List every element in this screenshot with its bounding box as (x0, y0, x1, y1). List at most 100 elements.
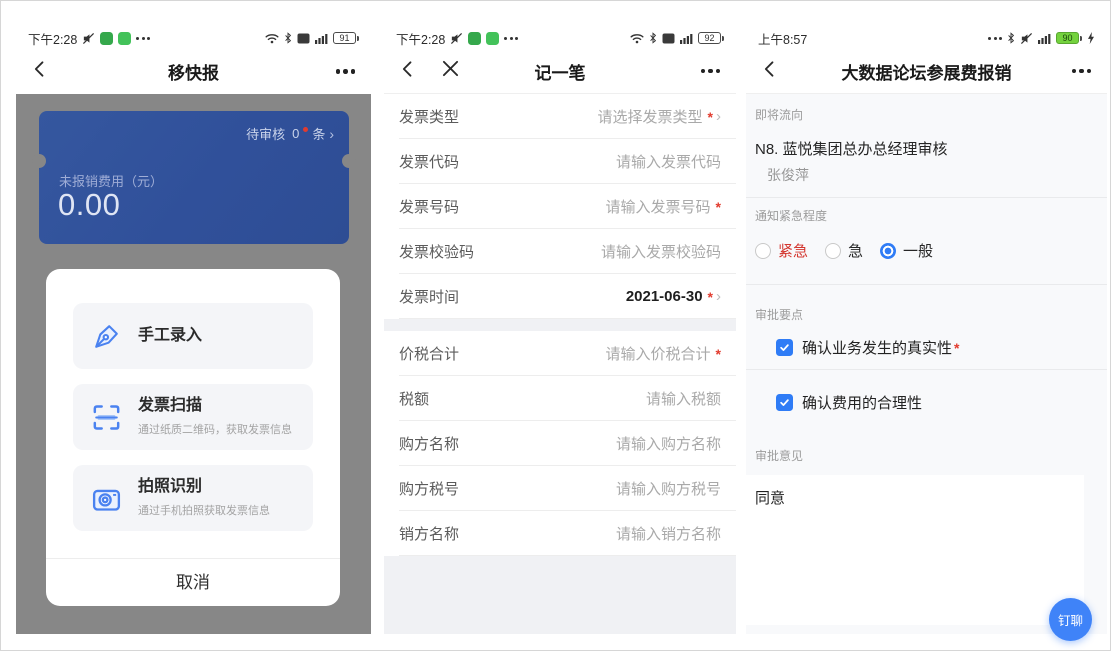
radio-icon[interactable] (755, 243, 771, 259)
field-placeholder: 请输入税额 (646, 388, 721, 409)
approval-form: 即将流向 N8. 蓝悦集团总办总经理审核 张俊萍 通知紧急程度 紧急急一般 审批… (746, 94, 1107, 634)
flow-section-label: 即将流向 (755, 106, 803, 123)
flow-approver-name: 张俊萍 (767, 165, 809, 185)
urgency-radio-急[interactable]: 急 (825, 240, 863, 261)
urgency-radio-一般[interactable]: 一般 (880, 240, 933, 261)
form-row-发票代码[interactable]: 发票代码 请输入发票代码 (384, 139, 736, 184)
page-title: 大数据论坛参展费报销 (842, 59, 1012, 84)
sheet-option-invoice-scan[interactable]: 发票扫描通过纸质二维码，获取发票信息 (73, 384, 313, 450)
invoice-form: 发票类型请选择发票类型*› 发票代码 请输入发票代码发票号码 请输入发票号码 * 发票校验… (384, 94, 736, 634)
chevron-right-icon: › (716, 108, 721, 125)
more-menu-icon[interactable] (336, 69, 356, 74)
wifi-icon (630, 33, 644, 44)
field-placeholder: 请输入价税合计 (606, 343, 711, 364)
bluetooth-icon (649, 32, 657, 44)
entry-options-list: 手工录入发票扫描通过纸质二维码，获取发票信息拍照识别通过手机拍照获取发票信息 (73, 303, 313, 531)
back-icon[interactable] (30, 59, 50, 84)
more-menu-icon[interactable] (1072, 69, 1092, 74)
form-row-发票时间[interactable]: 发票时间2021-06-30*› (384, 274, 736, 319)
field-placeholder: 请输入发票号码 (606, 196, 711, 217)
option-title: 拍照识别 (138, 478, 270, 496)
back-icon[interactable] (760, 59, 780, 84)
scan-icon (90, 401, 123, 434)
form-row-价税合计[interactable]: 价税合计请输入价税合计* (384, 331, 736, 376)
field-label: 发票代码 (399, 151, 459, 172)
divider (746, 369, 1107, 370)
pending-label: 待审核 (246, 124, 285, 143)
app-notification-icon (118, 32, 131, 45)
amount-value: 0.00 (58, 187, 120, 223)
more-menu-icon[interactable] (701, 69, 721, 74)
back-icon[interactable] (398, 59, 418, 84)
cancel-button[interactable]: 取消 (46, 559, 340, 606)
chevron-right-icon: › (716, 288, 721, 305)
form-row-购方税号[interactable]: 购方税号 请输入购方税号 (384, 466, 736, 511)
card-notch (32, 154, 46, 168)
nav-bar: 移快报 (16, 49, 371, 94)
option-title: 手工录入 (138, 327, 202, 345)
checkbox-icon[interactable] (776, 339, 793, 356)
battery-icon: 90 (1056, 32, 1079, 44)
checkbox-label: 确认业务发生的真实性* (802, 337, 959, 358)
points-section-label: 审批要点 (755, 306, 803, 323)
close-icon[interactable] (442, 60, 459, 82)
dingtalk-chat-button[interactable]: 钉聊 (1049, 598, 1092, 641)
mute-icon (450, 32, 463, 45)
option-subtitle: 通过纸质二维码，获取发票信息 (138, 421, 292, 437)
field-label: 发票号码 (399, 196, 459, 217)
nav-bar: 大数据论坛参展费报销 (746, 49, 1107, 94)
form-row-销方名称[interactable]: 销方名称请输入销方名称 (384, 511, 736, 556)
approval-point-checkbox[interactable]: 确认业务发生的真实性* (776, 337, 959, 358)
field-placeholder: 请输入发票代码 (616, 151, 721, 172)
page-title: 记一笔 (535, 59, 586, 84)
chevron-right-icon: › (329, 126, 334, 142)
required-asterisk: * (716, 199, 721, 215)
field-label: 发票时间 (399, 286, 459, 307)
form-row-发票校验码[interactable]: 发票校验码请输入发票校验码 (384, 229, 736, 274)
sheet-option-photo-recognize[interactable]: 拍照识别通过手机拍照获取发票信息 (73, 465, 313, 531)
bluetooth-icon (1007, 32, 1015, 44)
radio-label: 急 (848, 240, 863, 261)
phone-screen-invoice-form: 下午2:28 92 记一笔 发票类型请选择发票类型*›发票代码请输入发票代码发票… (384, 21, 736, 634)
entry-options-sheet: 手工录入发票扫描通过纸质二维码，获取发票信息拍照识别通过手机拍照获取发票信息 取… (46, 269, 340, 606)
status-time: 下午2:28 (28, 29, 77, 48)
option-title: 发票扫描 (138, 397, 292, 415)
radio-icon[interactable] (880, 243, 896, 259)
form-row-购方名称[interactable]: 购方名称请输入购方名称 (384, 421, 736, 466)
required-asterisk: * (716, 346, 721, 362)
mute-icon (1020, 32, 1033, 45)
expense-summary-card[interactable]: 待审核 0 条 › 未报销费用（元） 0.00 (39, 111, 349, 244)
status-bar: 下午2:28 92 (384, 21, 736, 49)
charging-icon (1087, 32, 1095, 44)
battery-icon: 91 (333, 32, 356, 44)
opinion-text: 同意 (755, 490, 785, 507)
form-row-发票类型[interactable]: 发票类型请选择发票类型*› (384, 94, 736, 139)
mute-icon (82, 32, 95, 45)
opinion-textarea[interactable]: 同意 (746, 475, 1084, 625)
field-label: 购方税号 (399, 478, 459, 499)
field-placeholder: 请输入购方税号 (616, 478, 721, 499)
opinion-section-label: 审批意见 (755, 447, 803, 464)
radio-icon[interactable] (825, 243, 841, 259)
bluetooth-icon (284, 32, 292, 44)
field-placeholder: 请选择发票类型 (598, 106, 703, 127)
pending-review-link[interactable]: 待审核 0 条 › (246, 124, 334, 143)
status-bar: 上午8:57 90 (746, 21, 1107, 49)
form-row-发票号码[interactable]: 发票号码 请输入发票号码 * (384, 184, 736, 229)
form-row-税额[interactable]: 税额请输入税额 (384, 376, 736, 421)
pen-icon (90, 320, 123, 353)
signal-icon (315, 33, 328, 44)
urgency-radio-group: 紧急 急 一般 (755, 240, 933, 261)
urgency-radio-紧急[interactable]: 紧急 (755, 240, 808, 261)
checkbox-icon[interactable] (776, 394, 793, 411)
radio-label: 一般 (903, 240, 933, 261)
required-asterisk: * (954, 340, 959, 356)
status-time: 下午2:28 (396, 29, 445, 48)
sheet-option-manual-entry[interactable]: 手工录入 (73, 303, 313, 369)
approval-point-checkbox[interactable]: 确认费用的合理性 (776, 392, 922, 413)
radio-label: 紧急 (778, 240, 808, 261)
dimmed-backdrop[interactable]: 待审核 0 条 › 未报销费用（元） 0.00 手工录入发票扫描通过纸质二维码，… (16, 94, 371, 634)
red-dot-badge (303, 127, 308, 132)
pending-count: 0 (292, 126, 299, 141)
field-placeholder: 请输入购方名称 (616, 433, 721, 454)
